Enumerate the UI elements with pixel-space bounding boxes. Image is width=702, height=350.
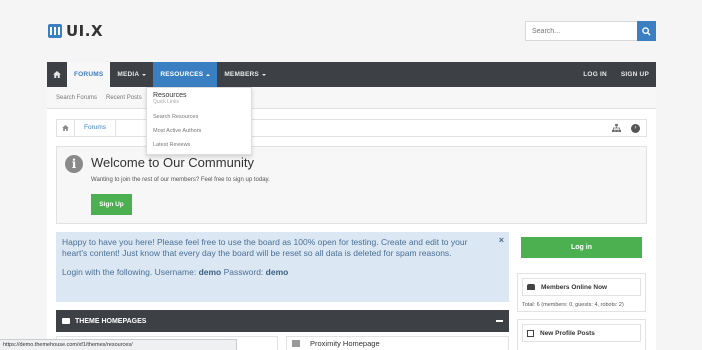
theme-card-title[interactable]: Proximity Homepage (310, 339, 380, 348)
sidebar-login-button[interactable]: Log in (521, 237, 642, 258)
nav-resources-label: RESOURCES (160, 71, 204, 78)
new-profile-posts-block: New Profile Posts (517, 319, 646, 350)
members-online-title[interactable]: Members Online Now (541, 284, 607, 291)
browser-status-bar: https://demo.themehouse.com/xf1/themes/r… (0, 339, 237, 350)
notice-text: Happy to have you here! Please feel free… (62, 237, 468, 258)
profile-posts-header: New Profile Posts (522, 324, 641, 342)
demo-username: demo (198, 267, 222, 277)
chevron-down-icon (261, 73, 266, 76)
close-icon[interactable]: × (499, 235, 504, 246)
home-icon (62, 125, 69, 131)
signup-button[interactable]: Sign Up (91, 194, 132, 215)
comment-icon (527, 329, 534, 337)
search-input[interactable] (525, 21, 637, 41)
resources-dropdown: Resources Quick Links Search Resources M… (146, 87, 252, 155)
demo-password: demo (265, 267, 289, 277)
nav-forums-label: FORUMS (74, 71, 104, 78)
document-icon (292, 340, 300, 347)
nav-resources[interactable]: RESOURCES (153, 62, 218, 87)
dropdown-item-most-active-authors[interactable]: Most Active Authors (153, 124, 245, 138)
password-label: Password: (223, 267, 264, 277)
dropdown-item-search-resources[interactable]: Search Resources (153, 110, 245, 124)
login-prefix: Login with the following. Username: (62, 267, 197, 277)
dropdown-title[interactable]: Resources (153, 92, 245, 99)
notice-login-info: Login with the following. Username: demo… (62, 267, 503, 278)
collapse-icon[interactable] (496, 320, 503, 322)
folder-icon (62, 318, 70, 324)
site-logo[interactable]: UI.X (48, 22, 103, 40)
nav-forums[interactable]: FORUMS (67, 62, 111, 87)
chevron-down-icon (142, 73, 147, 76)
nav-login[interactable]: LOG IN (576, 62, 614, 87)
breadcrumb: Forums › (56, 119, 647, 137)
nav-signup-label: SIGN UP (620, 71, 649, 78)
nav-members-label: MEMBERS (224, 71, 259, 78)
subnav-recent-posts[interactable]: Recent Posts (106, 95, 142, 101)
search-button[interactable] (637, 21, 656, 41)
profile-posts-title: New Profile Posts (540, 329, 595, 337)
members-online-block: Members Online Now Total: 6 (members: 0,… (517, 273, 646, 312)
sitemap-icon[interactable] (612, 124, 621, 132)
breadcrumb-home[interactable] (57, 120, 75, 136)
breadcrumb-forums[interactable]: Forums (75, 120, 117, 136)
nav-media[interactable]: MEDIA (110, 62, 153, 87)
nav-media-label: MEDIA (117, 71, 140, 78)
theme-card[interactable]: Proximity Homepage (286, 336, 509, 350)
welcome-text: Wanting to join the rest of our members?… (91, 177, 270, 183)
home-icon (53, 71, 61, 78)
subnav-search-forums[interactable]: Search Forums (56, 95, 97, 101)
theme-homepages-header[interactable]: THEME HOMEPAGES (56, 310, 509, 332)
theme-homepages-title: THEME HOMEPAGES (75, 317, 147, 325)
logo-text: UI.X (66, 22, 104, 40)
nav-signup[interactable]: SIGN UP (614, 62, 656, 87)
nav-login-label: LOG IN (583, 71, 607, 78)
welcome-panel: i Welcome to Our Community Wanting to jo… (56, 146, 647, 224)
info-icon: i (65, 155, 83, 173)
search-icon (642, 26, 651, 36)
notice-box: × Happy to have you here! Please feel fr… (56, 232, 509, 302)
nav-members[interactable]: MEMBERS (217, 62, 273, 87)
welcome-title: Welcome to Our Community (91, 155, 255, 170)
main-navbar: FORUMS MEDIA RESOURCES MEMBERS LOG IN SI… (47, 62, 656, 87)
members-online-total: Total: 6 (members: 0, guests: 4, robots:… (522, 302, 624, 308)
dropdown-subtitle: Quick Links (153, 99, 179, 105)
sub-navbar: Search Forums Recent Posts (47, 87, 656, 109)
members-online-header: Members Online Now (522, 278, 641, 296)
chevron-up-icon (206, 73, 211, 76)
nav-home[interactable] (47, 62, 67, 87)
chevron-right-icon[interactable]: › (631, 123, 640, 133)
dropdown-item-latest-reviews[interactable]: Latest Reviews (153, 138, 245, 152)
search-bar (525, 21, 656, 41)
logo-icon (48, 24, 62, 38)
users-icon (527, 284, 535, 290)
